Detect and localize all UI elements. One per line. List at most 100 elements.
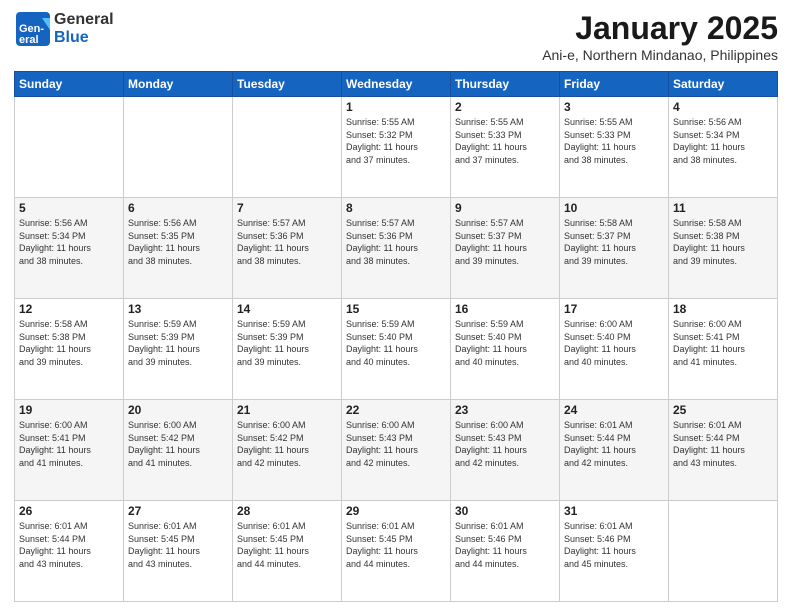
day-cell: 31 Sunrise: 6:01 AM Sunset: 5:46 PM Dayli… xyxy=(560,501,669,602)
day-number: 9 xyxy=(455,201,555,215)
day-cell: 11 Sunrise: 5:58 AM Sunset: 5:38 PM Dayli… xyxy=(669,198,778,299)
day-info: Sunrise: 5:55 AM Sunset: 5:33 PM Dayligh… xyxy=(455,116,555,166)
day-cell: 3 Sunrise: 5:55 AM Sunset: 5:33 PM Daylig… xyxy=(560,97,669,198)
day-info: Sunrise: 5:58 AM Sunset: 5:37 PM Dayligh… xyxy=(564,217,664,267)
svg-text:eral: eral xyxy=(19,34,39,46)
page-subtitle: Ani-e, Northern Mindanao, Philippines xyxy=(542,47,778,63)
day-cell: 25 Sunrise: 6:01 AM Sunset: 5:44 PM Dayli… xyxy=(669,400,778,501)
logo-area: Gen- eral General Blue xyxy=(14,10,114,48)
day-number: 20 xyxy=(128,403,228,417)
header-cell-saturday: Saturday xyxy=(669,72,778,97)
day-cell xyxy=(124,97,233,198)
day-info: Sunrise: 5:55 AM Sunset: 5:33 PM Dayligh… xyxy=(564,116,664,166)
day-number: 31 xyxy=(564,504,664,518)
day-number: 14 xyxy=(237,302,337,316)
day-number: 23 xyxy=(455,403,555,417)
day-cell: 26Sunrise: 6:01 AM Sunset: 5:44 PM Dayli… xyxy=(15,501,124,602)
day-info: Sunrise: 5:56 AM Sunset: 5:34 PM Dayligh… xyxy=(673,116,773,166)
day-cell: 30 Sunrise: 6:01 AM Sunset: 5:46 PM Dayli… xyxy=(451,501,560,602)
day-info: Sunrise: 5:59 AM Sunset: 5:39 PM Dayligh… xyxy=(237,318,337,368)
day-cell: 24Sunrise: 6:01 AM Sunset: 5:44 PM Dayli… xyxy=(560,400,669,501)
day-number: 17 xyxy=(564,302,664,316)
day-info: Sunrise: 5:55 AM Sunset: 5:32 PM Dayligh… xyxy=(346,116,446,166)
day-info: Sunrise: 5:57 AM Sunset: 5:37 PM Dayligh… xyxy=(455,217,555,267)
day-number: 10 xyxy=(564,201,664,215)
day-cell: 4Sunrise: 5:56 AM Sunset: 5:34 PM Daylig… xyxy=(669,97,778,198)
day-info: Sunrise: 5:56 AM Sunset: 5:34 PM Dayligh… xyxy=(19,217,119,267)
day-info: Sunrise: 6:00 AM Sunset: 5:42 PM Dayligh… xyxy=(128,419,228,469)
calendar-body: 1 Sunrise: 5:55 AM Sunset: 5:32 PM Daylig… xyxy=(15,97,778,602)
day-info: Sunrise: 6:01 AM Sunset: 5:44 PM Dayligh… xyxy=(564,419,664,469)
day-cell: 18Sunrise: 6:00 AM Sunset: 5:41 PM Dayli… xyxy=(669,299,778,400)
day-cell: 23 Sunrise: 6:00 AM Sunset: 5:43 PM Dayli… xyxy=(451,400,560,501)
day-cell: 27Sunrise: 6:01 AM Sunset: 5:45 PM Dayli… xyxy=(124,501,233,602)
day-cell: 7 Sunrise: 5:57 AM Sunset: 5:36 PM Daylig… xyxy=(233,198,342,299)
title-area: January 2025 Ani-e, Northern Mindanao, P… xyxy=(542,10,778,63)
day-number: 11 xyxy=(673,201,773,215)
day-info: Sunrise: 5:57 AM Sunset: 5:36 PM Dayligh… xyxy=(237,217,337,267)
page: Gen- eral General Blue January 2025 Ani-… xyxy=(0,0,792,612)
week-row-4: 19Sunrise: 6:00 AM Sunset: 5:41 PM Dayli… xyxy=(15,400,778,501)
day-info: Sunrise: 5:57 AM Sunset: 5:36 PM Dayligh… xyxy=(346,217,446,267)
day-info: Sunrise: 6:00 AM Sunset: 5:43 PM Dayligh… xyxy=(455,419,555,469)
week-row-1: 1 Sunrise: 5:55 AM Sunset: 5:32 PM Daylig… xyxy=(15,97,778,198)
day-cell: 22 Sunrise: 6:00 AM Sunset: 5:43 PM Dayli… xyxy=(342,400,451,501)
day-info: Sunrise: 5:59 AM Sunset: 5:40 PM Dayligh… xyxy=(346,318,446,368)
day-number: 13 xyxy=(128,302,228,316)
day-info: Sunrise: 6:01 AM Sunset: 5:45 PM Dayligh… xyxy=(237,520,337,570)
day-info: Sunrise: 6:01 AM Sunset: 5:46 PM Dayligh… xyxy=(455,520,555,570)
day-info: Sunrise: 6:00 AM Sunset: 5:40 PM Dayligh… xyxy=(564,318,664,368)
logo-icon: Gen- eral xyxy=(14,10,52,48)
day-info: Sunrise: 6:01 AM Sunset: 5:46 PM Dayligh… xyxy=(564,520,664,570)
day-cell: 9 Sunrise: 5:57 AM Sunset: 5:37 PM Daylig… xyxy=(451,198,560,299)
header: Gen- eral General Blue January 2025 Ani-… xyxy=(14,10,778,63)
day-info: Sunrise: 5:59 AM Sunset: 5:39 PM Dayligh… xyxy=(128,318,228,368)
day-cell: 28 Sunrise: 6:01 AM Sunset: 5:45 PM Dayli… xyxy=(233,501,342,602)
header-cell-wednesday: Wednesday xyxy=(342,72,451,97)
day-cell: 5Sunrise: 5:56 AM Sunset: 5:34 PM Daylig… xyxy=(15,198,124,299)
day-number: 7 xyxy=(237,201,337,215)
day-number: 19 xyxy=(19,403,119,417)
day-cell: 12 Sunrise: 5:58 AM Sunset: 5:38 PM Dayli… xyxy=(15,299,124,400)
day-info: Sunrise: 5:58 AM Sunset: 5:38 PM Dayligh… xyxy=(673,217,773,267)
day-number: 27 xyxy=(128,504,228,518)
day-info: Sunrise: 6:00 AM Sunset: 5:41 PM Dayligh… xyxy=(673,318,773,368)
day-info: Sunrise: 5:56 AM Sunset: 5:35 PM Dayligh… xyxy=(128,217,228,267)
day-number: 29 xyxy=(346,504,446,518)
day-cell: 20 Sunrise: 6:00 AM Sunset: 5:42 PM Dayli… xyxy=(124,400,233,501)
header-cell-monday: Monday xyxy=(124,72,233,97)
week-row-5: 26Sunrise: 6:01 AM Sunset: 5:44 PM Dayli… xyxy=(15,501,778,602)
day-number: 16 xyxy=(455,302,555,316)
day-cell: 17 Sunrise: 6:00 AM Sunset: 5:40 PM Dayli… xyxy=(560,299,669,400)
header-row: SundayMondayTuesdayWednesdayThursdayFrid… xyxy=(15,72,778,97)
header-cell-thursday: Thursday xyxy=(451,72,560,97)
day-number: 3 xyxy=(564,100,664,114)
day-info: Sunrise: 6:00 AM Sunset: 5:43 PM Dayligh… xyxy=(346,419,446,469)
day-number: 12 xyxy=(19,302,119,316)
day-cell: 19Sunrise: 6:00 AM Sunset: 5:41 PM Dayli… xyxy=(15,400,124,501)
day-number: 22 xyxy=(346,403,446,417)
day-cell xyxy=(15,97,124,198)
day-info: Sunrise: 6:01 AM Sunset: 5:44 PM Dayligh… xyxy=(673,419,773,469)
day-number: 8 xyxy=(346,201,446,215)
day-number: 26 xyxy=(19,504,119,518)
day-number: 6 xyxy=(128,201,228,215)
day-number: 28 xyxy=(237,504,337,518)
week-row-2: 5Sunrise: 5:56 AM Sunset: 5:34 PM Daylig… xyxy=(15,198,778,299)
day-cell: 10 Sunrise: 5:58 AM Sunset: 5:37 PM Dayli… xyxy=(560,198,669,299)
day-cell xyxy=(233,97,342,198)
day-cell: 13 Sunrise: 5:59 AM Sunset: 5:39 PM Dayli… xyxy=(124,299,233,400)
day-number: 25 xyxy=(673,403,773,417)
day-cell xyxy=(669,501,778,602)
day-number: 1 xyxy=(346,100,446,114)
day-number: 30 xyxy=(455,504,555,518)
header-cell-sunday: Sunday xyxy=(15,72,124,97)
calendar-header: SundayMondayTuesdayWednesdayThursdayFrid… xyxy=(15,72,778,97)
day-info: Sunrise: 5:58 AM Sunset: 5:38 PM Dayligh… xyxy=(19,318,119,368)
day-info: Sunrise: 6:01 AM Sunset: 5:45 PM Dayligh… xyxy=(346,520,446,570)
day-cell: 16Sunrise: 5:59 AM Sunset: 5:40 PM Dayli… xyxy=(451,299,560,400)
logo-general: General xyxy=(54,11,114,29)
day-cell: 21Sunrise: 6:00 AM Sunset: 5:42 PM Dayli… xyxy=(233,400,342,501)
day-number: 15 xyxy=(346,302,446,316)
day-cell: 8 Sunrise: 5:57 AM Sunset: 5:36 PM Daylig… xyxy=(342,198,451,299)
